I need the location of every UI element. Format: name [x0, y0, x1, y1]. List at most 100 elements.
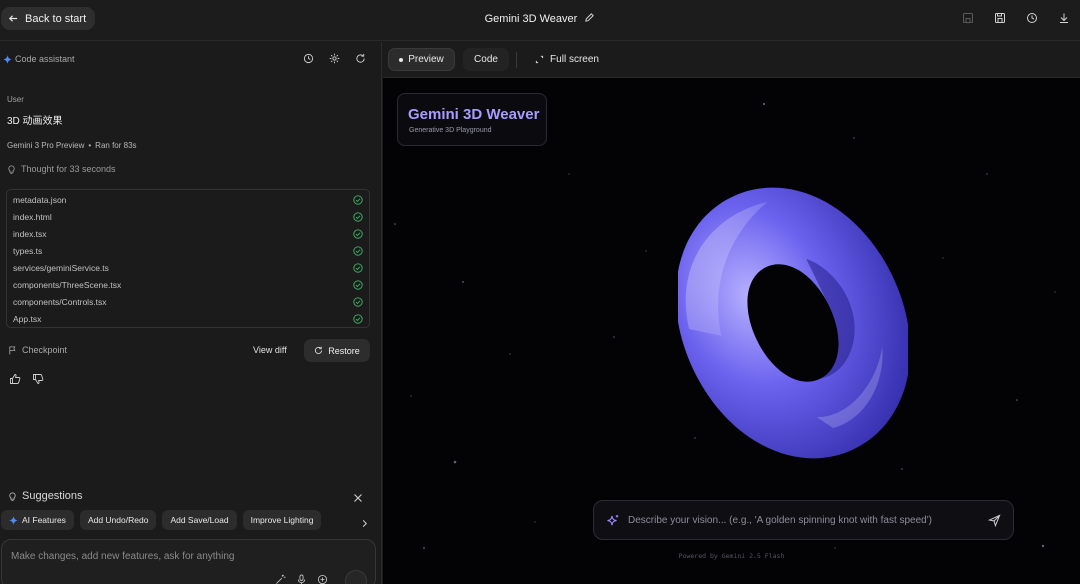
history-icon[interactable]	[295, 53, 321, 64]
chip-label: Improve Lighting	[250, 515, 314, 525]
chips-scroll-right-button[interactable]	[360, 515, 369, 533]
sparkles-icon	[607, 515, 619, 526]
chip-label: Add Save/Load	[170, 515, 229, 525]
torus-3d-object	[678, 187, 908, 459]
sparkle-icon	[9, 515, 18, 525]
check-circle-icon	[353, 194, 363, 205]
assistant-title-label: Code assistant	[15, 54, 75, 64]
check-circle-icon	[353, 229, 363, 239]
user-message: 3D 动画效果	[7, 116, 63, 127]
thought-label: Thought for 33 seconds	[21, 164, 116, 174]
composer-input[interactable]: Make changes, add new features, ask for …	[11, 551, 234, 562]
brand-subtitle: Generative 3D Playground	[409, 127, 492, 134]
model-name: Gemini 3 Pro Preview	[7, 141, 85, 150]
download-icon[interactable]	[1048, 12, 1080, 24]
restore-button[interactable]: Restore	[304, 339, 370, 362]
save-disabled-icon[interactable]	[952, 12, 984, 24]
send-icon[interactable]	[988, 514, 1001, 527]
brand-card: Gemini 3D Weaver Generative 3D Playgroun…	[397, 93, 547, 146]
restore-label: Restore	[328, 345, 360, 356]
assistant-title: Code assistant	[3, 54, 75, 64]
pencil-icon[interactable]	[584, 12, 595, 23]
back-to-start-label: Back to start	[25, 12, 87, 25]
thumbs-up-icon[interactable]	[9, 373, 21, 385]
thought-summary[interactable]: Thought for 33 seconds	[7, 164, 116, 174]
tab-preview[interactable]: Preview	[388, 48, 455, 71]
suggestion-chip-ai-features[interactable]: AI Features	[1, 510, 74, 530]
suggestions-header: Suggestions	[8, 490, 83, 502]
assistant-header: Code assistant	[0, 42, 381, 78]
brand-title: Gemini 3D Weaver	[408, 106, 540, 123]
powered-by-label: Powered by Gemini 2.5 Flash	[678, 552, 785, 560]
tab-code[interactable]: Code	[463, 48, 509, 71]
preview-toolbar: Preview Code Full screen	[383, 42, 1080, 78]
flag-icon	[9, 345, 16, 355]
restore-icon	[315, 346, 323, 354]
lightbulb-icon	[8, 164, 15, 174]
save-icon[interactable]	[984, 12, 1016, 24]
file-item[interactable]: metadata.json	[7, 191, 369, 208]
lightbulb-icon	[9, 491, 16, 501]
suggestion-chips: AI Features Add Undo/Redo Add Save/Load …	[1, 510, 322, 530]
generated-files-list: metadata.json index.html index.tsx types…	[6, 189, 370, 328]
file-name: types.ts	[13, 245, 43, 256]
suggestion-chip-save-load[interactable]: Add Save/Load	[162, 510, 237, 530]
user-label: User	[7, 95, 24, 104]
prompt-composer[interactable]: Make changes, add new features, ask for …	[1, 539, 376, 584]
app-title-text[interactable]: Gemini 3D Weaver	[485, 13, 578, 25]
assistant-header-actions	[295, 53, 373, 64]
app-title: Gemini 3D Weaver	[0, 12, 1080, 25]
check-circle-icon	[353, 211, 363, 222]
run-duration: Ran for 83s	[95, 141, 137, 150]
suggestion-chip-undo-redo[interactable]: Add Undo/Redo	[79, 510, 157, 530]
thumbs-down-icon[interactable]	[32, 373, 44, 385]
refresh-icon[interactable]	[347, 53, 373, 64]
check-circle-icon	[353, 280, 363, 290]
back-to-start-button[interactable]: Back to start	[1, 7, 96, 30]
chip-label: AI Features	[22, 515, 66, 525]
fullscreen-button[interactable]: Full screen	[529, 48, 605, 71]
gear-icon[interactable]	[321, 53, 347, 64]
file-item[interactable]: index.html	[7, 208, 369, 225]
add-icon[interactable]	[317, 574, 328, 584]
file-item[interactable]: index.tsx	[7, 225, 369, 242]
top-actions	[952, 12, 1080, 24]
suggestion-chip-lighting[interactable]: Improve Lighting	[242, 510, 322, 530]
file-item[interactable]: components/Controls.tsx	[7, 294, 369, 311]
code-assistant-panel: Code assistant User 3D 动画效果 Gemini 3 Pro…	[0, 42, 382, 584]
check-circle-icon	[353, 314, 363, 324]
file-name: metadata.json	[13, 194, 67, 205]
file-item[interactable]: components/ThreeScene.tsx	[7, 276, 369, 293]
tab-code-label: Code	[474, 54, 498, 65]
feedback-buttons	[9, 373, 44, 385]
history-icon[interactable]	[1016, 12, 1048, 24]
view-diff-button[interactable]: View diff	[253, 345, 287, 355]
check-circle-icon	[353, 297, 363, 307]
sparkle-icon	[3, 54, 12, 64]
check-circle-icon	[353, 246, 363, 256]
arrow-left-icon	[8, 15, 18, 22]
chip-label: Add Undo/Redo	[87, 515, 149, 525]
file-name: index.tsx	[13, 228, 47, 239]
file-name: services/geminiService.ts	[13, 262, 109, 273]
tab-preview-label: Preview	[408, 54, 444, 65]
vision-input[interactable]: Describe your vision... (e.g., 'A golden…	[628, 515, 932, 526]
file-item[interactable]: App.tsx	[7, 311, 369, 328]
composer-tools	[275, 574, 328, 584]
toolbar-divider	[516, 52, 517, 68]
file-name: components/ThreeScene.tsx	[13, 280, 122, 291]
top-bar: Back to start Gemini 3D Weaver	[0, 0, 1080, 41]
active-dot-icon	[399, 57, 404, 62]
file-name: components/Controls.tsx	[13, 297, 107, 308]
magic-wand-icon[interactable]	[275, 574, 286, 584]
microphone-icon[interactable]	[296, 574, 307, 584]
close-suggestions-button[interactable]	[353, 490, 363, 508]
close-icon	[354, 494, 362, 502]
check-circle-icon	[353, 263, 363, 273]
file-name: index.html	[13, 211, 52, 222]
send-button[interactable]	[345, 570, 367, 584]
vision-prompt-bar[interactable]: Describe your vision... (e.g., 'A golden…	[593, 500, 1014, 540]
preview-canvas[interactable]: Gemini 3D Weaver Generative 3D Playgroun…	[383, 78, 1080, 584]
file-item[interactable]: services/geminiService.ts	[7, 259, 369, 276]
file-item[interactable]: types.ts	[7, 242, 369, 259]
